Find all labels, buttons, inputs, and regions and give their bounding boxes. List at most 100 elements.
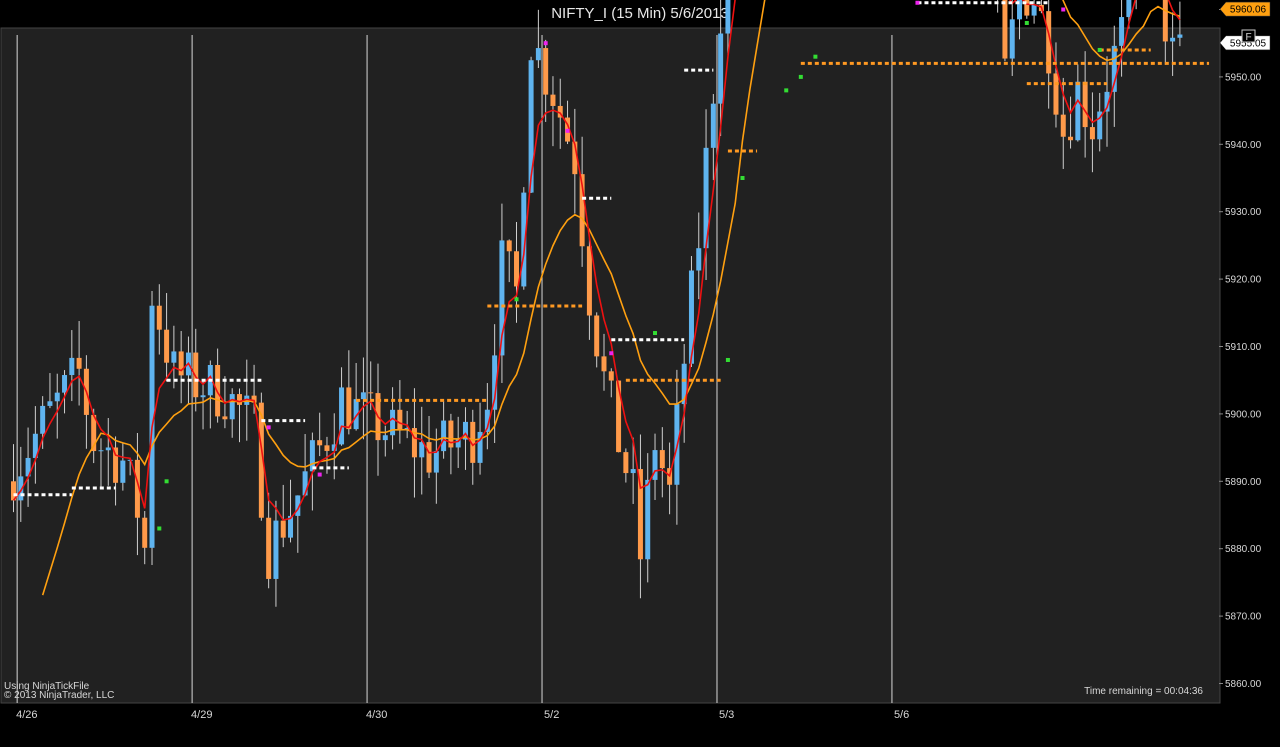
candle-body <box>543 48 549 95</box>
y-tick-label: 5940.00 <box>1225 140 1262 151</box>
signal-dot <box>609 351 614 356</box>
signal-dot <box>1024 20 1029 25</box>
x-tick-label: 5/2 <box>544 709 559 721</box>
candle-body <box>200 395 206 398</box>
candle-body <box>608 371 614 381</box>
candle-body <box>222 416 228 420</box>
candle-body <box>1031 4 1037 16</box>
y-tick-label: 5880.00 <box>1225 544 1262 555</box>
candle-body <box>273 520 279 579</box>
copyright-note: © 2013 NinjaTrader, LLC <box>4 690 114 701</box>
candle-body <box>178 351 184 376</box>
candle-body <box>1053 73 1059 115</box>
signal-dot <box>317 472 322 477</box>
candle-body <box>62 375 68 393</box>
signal-dot <box>565 128 570 133</box>
candle-body <box>105 447 111 451</box>
price-tag-label: 5960.06 <box>1230 5 1267 16</box>
candle-body <box>390 409 396 436</box>
candle-body <box>142 517 148 548</box>
signal-dot <box>813 54 818 59</box>
candle-body <box>1177 34 1183 38</box>
candle-body <box>346 387 352 430</box>
candle-body <box>397 409 403 431</box>
candle-body <box>616 380 622 453</box>
signal-dot <box>164 479 169 484</box>
candle-body <box>98 450 104 452</box>
time-remaining: Time remaining = 00:04:36 <box>1084 686 1203 697</box>
candle-body <box>1075 81 1081 141</box>
candle-body <box>382 435 388 441</box>
signal-dot <box>653 331 658 336</box>
candle-body <box>725 0 731 34</box>
candle-body <box>236 394 242 405</box>
plot-area[interactable] <box>0 27 1221 704</box>
candle-body <box>164 329 170 363</box>
y-tick-label: 5950.00 <box>1225 72 1262 83</box>
candle-body <box>623 452 629 474</box>
candle-body <box>339 387 345 445</box>
candle-body <box>630 469 636 474</box>
candle-body <box>594 315 600 357</box>
y-tick-label: 5870.00 <box>1225 612 1262 623</box>
signal-dot <box>1061 7 1066 12</box>
candle-body <box>156 305 162 330</box>
candle-body <box>317 440 323 446</box>
candle-body <box>550 94 556 106</box>
candle-body <box>360 392 366 400</box>
candle-body <box>76 357 82 369</box>
candle-body <box>1009 19 1015 59</box>
f-button[interactable]: F <box>1241 29 1256 43</box>
signal-dot <box>1097 47 1102 52</box>
candle-body <box>54 392 60 402</box>
x-tick-label: 5/6 <box>894 709 909 721</box>
candle-body <box>1082 81 1088 128</box>
y-tick-label: 5890.00 <box>1225 477 1262 488</box>
y-tick-label: 5900.00 <box>1225 409 1262 420</box>
candle-body <box>718 33 724 104</box>
time-axis[interactable]: 4/26 4/29 4/30 5/2 5/3 5/6 <box>16 709 909 721</box>
signal-dot <box>266 425 271 430</box>
candle-body <box>696 248 702 271</box>
candle-body <box>1002 0 1008 59</box>
candle-body <box>637 469 643 560</box>
candle-body <box>535 48 541 61</box>
candle-body <box>266 517 272 579</box>
candle-body <box>69 357 75 376</box>
candle-body <box>120 460 126 483</box>
f-button-label: F <box>1245 32 1251 43</box>
candle-body <box>1162 0 1168 42</box>
candle-body <box>280 520 286 538</box>
x-tick-label: 5/3 <box>719 709 734 721</box>
signal-dot <box>784 88 789 93</box>
signal-dot <box>514 297 519 302</box>
candle-body <box>586 246 592 316</box>
signal-dot <box>725 357 730 362</box>
candle-body <box>229 394 235 420</box>
candle-body <box>426 442 432 473</box>
candle-body <box>1089 127 1095 140</box>
signal-dot <box>740 176 745 180</box>
candle-body <box>324 445 330 451</box>
candlestick-chart[interactable]: 22.6550 5860.005870.005880.005890.005900… <box>0 0 1280 747</box>
signal-dot <box>798 74 803 79</box>
candle-body <box>171 351 177 363</box>
candle-body <box>441 420 447 452</box>
y-tick-label: 5920.00 <box>1225 275 1262 286</box>
x-tick-label: 4/30 <box>366 709 387 721</box>
price-axis[interactable]: 5860.00 5870.00 5880.00 5890.00 5900.00 5910.… <box>1219 0 1271 690</box>
y-tick-label: 5860.00 <box>1225 679 1262 690</box>
candle-body <box>645 479 651 560</box>
x-tick-label: 4/29 <box>191 709 212 721</box>
signal-dot <box>157 526 162 531</box>
candle-body <box>368 392 374 394</box>
candle-body <box>710 103 716 148</box>
candle-body <box>1119 17 1125 46</box>
y-tick-label: 5930.00 <box>1225 207 1262 218</box>
candle-body <box>47 401 53 406</box>
candle-body <box>506 240 512 252</box>
candle-body <box>1068 136 1074 141</box>
candle-body <box>1060 114 1066 137</box>
candle-body <box>40 405 46 434</box>
signal-dot <box>543 41 548 46</box>
